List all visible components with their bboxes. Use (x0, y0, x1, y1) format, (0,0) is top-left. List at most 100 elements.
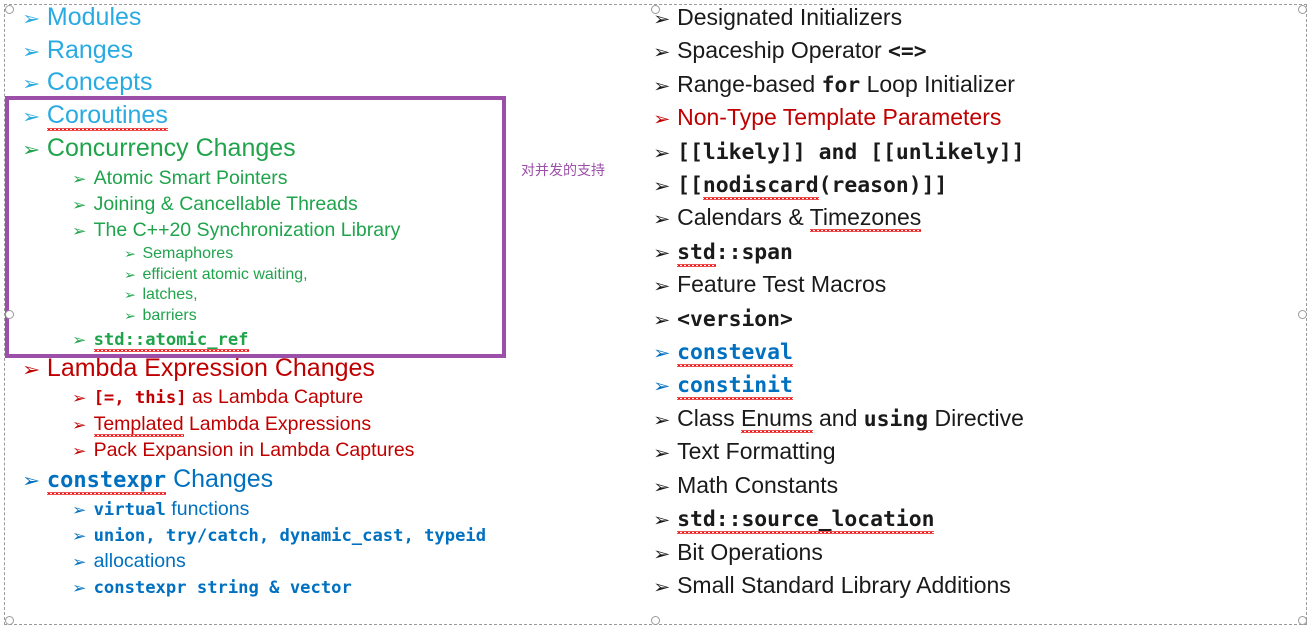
right-bullet-item: ➢ Class Enums and using Directive (645, 403, 1265, 436)
bullet-arrow-icon: ➢ (653, 42, 671, 64)
right-bullet-item: ➢ std::source_location (645, 503, 1265, 536)
resize-handle-middle-left[interactable] (4, 310, 14, 319)
left-bullet-item-label: std::atomic_ref (93, 329, 249, 350)
bullet-arrow-icon: ➢ (22, 138, 41, 161)
left-bullet-item: ➢ Joining & Cancellable Threads (6, 192, 634, 218)
bullet-arrow-icon: ➢ (72, 500, 87, 519)
left-bullet-item-label: Atomic Smart Pointers (93, 166, 288, 189)
right-bullet-item-label: Text Formatting (677, 438, 836, 465)
bullet-arrow-icon: ➢ (22, 8, 41, 30)
bullet-arrow-icon: ➢ (72, 415, 87, 434)
right-bullet-item: ➢ [[likely]] and [[unlikely]] (645, 136, 1265, 169)
left-bullet-item: ➢ Semaphores (6, 244, 634, 265)
bullet-arrow-icon: ➢ (653, 75, 671, 97)
left-bullet-item-label: virtual functions (93, 497, 250, 520)
right-bullet-item: ➢ Calendars & Timezones (645, 202, 1265, 235)
left-bullet-item: ➢ latches, (6, 285, 634, 306)
left-bullet-item-label: Templated Lambda Expressions (93, 412, 372, 435)
bullet-arrow-icon: ➢ (653, 510, 671, 532)
right-bullet-item: ➢ Text Formatting (645, 436, 1265, 469)
left-bullet-item-label: constexpr string & vector (93, 578, 352, 599)
bullet-arrow-icon: ➢ (653, 109, 671, 131)
bullet-arrow-icon: ➢ (653, 443, 671, 465)
bullet-arrow-icon: ➢ (22, 40, 41, 63)
bullet-arrow-icon: ➢ (653, 142, 671, 164)
left-bullet-item-label: Lambda Expression Changes (46, 353, 375, 382)
right-bullet-item-label: Designated Initializers (677, 4, 903, 30)
right-bullet-item: ➢ Bit Operations (645, 537, 1265, 570)
left-bullet-item-label: The C++20 Synchronization Library (93, 218, 401, 241)
bullet-arrow-icon: ➢ (653, 343, 671, 365)
bullet-arrow-icon: ➢ (653, 376, 671, 398)
left-bullet-item-label: Modules (46, 3, 142, 31)
bullet-arrow-icon: ➢ (72, 579, 87, 598)
right-bullet-item: ➢ constinit (645, 369, 1265, 402)
right-bullet-item-label: Small Standard Library Additions (677, 571, 1011, 598)
bullet-arrow-icon: ➢ (72, 195, 87, 214)
resize-handle-bottom-right[interactable] (1297, 615, 1307, 625)
resize-handle-middle-right[interactable] (1297, 310, 1307, 319)
bullet-arrow-icon: ➢ (72, 441, 87, 460)
left-bullet-item: ➢ [=, this] as Lambda Capture (6, 385, 634, 411)
resize-handle-top-right[interactable] (1297, 4, 1307, 14)
bullet-arrow-icon: ➢ (22, 106, 41, 129)
left-bullet-item: ➢ virtual functions (6, 497, 634, 523)
bullet-arrow-icon: ➢ (72, 169, 87, 188)
right-bullet-item-label: [[nodiscard(reason)]] (677, 173, 948, 199)
left-bullet-item-label: Ranges (46, 35, 134, 64)
left-bullet-item: ➢ constexpr Changes (6, 464, 634, 497)
right-bullet-item: ➢ Range-based for Loop Initializer (645, 69, 1265, 102)
right-bullet-item-label: Math Constants (677, 471, 839, 498)
left-bullet-item-label: Semaphores (142, 245, 234, 263)
left-bullet-item-label: Joining & Cancellable Threads (93, 192, 358, 215)
left-bullet-item-label: [=, this] as Lambda Capture (93, 386, 364, 409)
right-bullet-item-label: Calendars & Timezones (677, 204, 922, 231)
left-bullet-item: ➢ constexpr string & vector (6, 575, 634, 601)
left-bullet-item-label: latches, (142, 286, 198, 304)
right-bullet-item: ➢ Small Standard Library Additions (645, 570, 1265, 603)
left-bullet-item-label: Coroutines (46, 101, 168, 130)
left-bullet-item: ➢ Concepts (6, 67, 634, 100)
bullet-arrow-icon: ➢ (22, 470, 41, 493)
left-bullet-item-label: allocations (93, 550, 186, 573)
resize-handle-top-center[interactable] (651, 4, 660, 14)
bullet-arrow-icon: ➢ (72, 330, 87, 349)
left-bullet-item-label: Pack Expansion in Lambda Captures (93, 438, 415, 461)
right-bullet-item: ➢ consteval (645, 336, 1265, 369)
left-bullet-item-label: Concurrency Changes (46, 133, 296, 162)
left-bullet-item-label: Concepts (46, 68, 153, 97)
bullet-arrow-icon: ➢ (22, 73, 41, 96)
left-bullet-column: ➢ Modules ➢ Ranges ➢ Concepts ➢ Coroutines ➢ Conc… (6, 2, 634, 602)
right-bullet-item-label: Range-based for Loop Initializer (677, 70, 1015, 98)
right-bullet-item-label: constinit (677, 373, 793, 399)
right-bullet-item: ➢ Feature Test Macros (645, 269, 1265, 302)
left-bullet-item-label: barriers (142, 306, 197, 324)
left-bullet-item: ➢ allocations (6, 549, 634, 575)
bullet-arrow-icon: ➢ (72, 526, 87, 545)
resize-handle-bottom-left[interactable] (4, 615, 14, 625)
right-bullet-item-label: [[likely]] and [[unlikely]] (677, 139, 1025, 165)
right-bullet-item: ➢ [[nodiscard(reason)]] (645, 169, 1265, 202)
right-bullet-item-label: Spaceship Operator <=> (677, 37, 927, 65)
bullet-arrow-icon: ➢ (653, 476, 671, 498)
left-bullet-item: ➢ Lambda Expression Changes (6, 353, 634, 386)
bullet-arrow-icon: ➢ (72, 221, 87, 240)
right-bullet-item: ➢ std::span (645, 236, 1265, 269)
bullet-arrow-icon: ➢ (653, 309, 671, 331)
right-bullet-item: ➢ <version> (645, 303, 1265, 336)
right-bullet-item-label: Bit Operations (677, 538, 823, 565)
right-bullet-item-label: consteval (677, 340, 793, 366)
right-bullet-item: ➢ Designated Initializers (645, 2, 1265, 35)
bullet-arrow-icon: ➢ (72, 553, 87, 572)
resize-handle-top-left[interactable] (4, 4, 14, 14)
bullet-arrow-icon: ➢ (22, 358, 41, 381)
bullet-arrow-icon: ➢ (653, 242, 671, 264)
left-bullet-item: ➢ Atomic Smart Pointers (6, 166, 634, 192)
right-bullet-item-label: std::source_location (677, 507, 935, 533)
bullet-arrow-icon: ➢ (653, 276, 671, 298)
right-bullet-item-label: Feature Test Macros (677, 271, 887, 298)
right-bullet-item-label: Class Enums and using Directive (677, 404, 1024, 432)
resize-handle-bottom-center[interactable] (651, 615, 660, 625)
left-bullet-item: ➢ The C++20 Synchronization Library (6, 218, 634, 244)
right-bullet-item: ➢ Non-Type Template Parameters (645, 102, 1265, 135)
